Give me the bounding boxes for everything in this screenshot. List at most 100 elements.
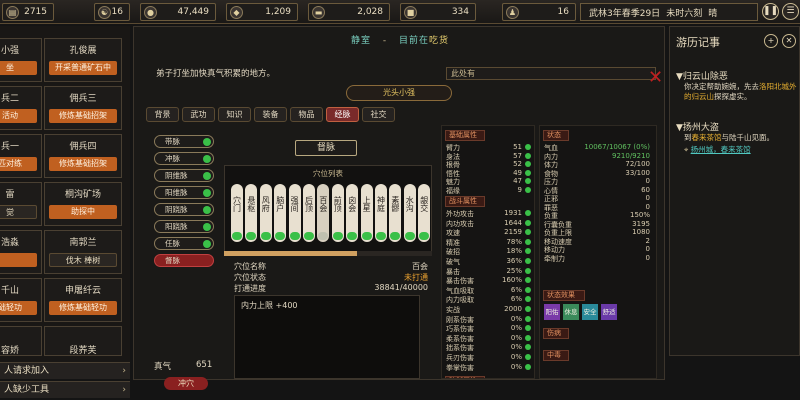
close-circle-icon[interactable]: ✕ bbox=[782, 34, 796, 48]
figure-icon: ♟ bbox=[506, 6, 519, 19]
disciple-name: 兵二 bbox=[0, 94, 19, 104]
resource-gem[interactable]: ◆ 1,209 bbox=[226, 3, 298, 21]
close-icon[interactable]: ✕ bbox=[648, 67, 668, 91]
disciple-card[interactable]: 浩淼 bbox=[0, 230, 42, 274]
acupoint-status-pill bbox=[232, 232, 242, 240]
complete-dot-icon bbox=[203, 240, 211, 248]
resource-figure[interactable]: ♟ 16 bbox=[502, 3, 576, 21]
stat-value: 2 bbox=[645, 236, 650, 245]
acupoint-status-pill bbox=[318, 232, 329, 240]
stat-value: 33/100 bbox=[625, 168, 650, 177]
resource-stone[interactable]: ■ 334 bbox=[400, 3, 476, 21]
resource-yinyang[interactable]: ☯ 16 bbox=[94, 3, 130, 21]
quest-body-text: 你决定帮助婉婉，先去 bbox=[684, 82, 759, 91]
complete-dot-icon bbox=[203, 155, 211, 163]
meridian-label: 阴维脉 bbox=[165, 171, 188, 180]
stat-value: 72/100 bbox=[625, 160, 650, 168]
disciple-card[interactable]: 南郭兰 伐木 棒树 bbox=[44, 230, 122, 274]
acupoint-3[interactable]: 脑户 bbox=[274, 184, 287, 242]
resource-scroll[interactable]: ▤ 2715 bbox=[2, 3, 54, 21]
pause-icon[interactable]: ❚❚ bbox=[762, 3, 779, 20]
disciple-card[interactable]: 佣兵四 修炼基础招架 bbox=[44, 134, 122, 178]
tab-background[interactable]: 背景 bbox=[146, 107, 179, 122]
resource-value: 47,449 bbox=[177, 7, 210, 17]
quest-map-link-text[interactable]: 扬州城，春来茶馆 bbox=[691, 145, 751, 154]
tab-social[interactable]: 社交 bbox=[362, 107, 395, 122]
tab-martial-arts[interactable]: 武功 bbox=[182, 107, 215, 122]
state-effect-badge[interactable]: 阳佑 bbox=[544, 304, 560, 320]
disciple-card[interactable]: 千山 础轻功 bbox=[0, 278, 42, 322]
meridian-button[interactable]: 带脉 bbox=[154, 135, 214, 148]
quest-map-link[interactable]: ⌖ 扬州城，春来茶馆 bbox=[684, 145, 798, 155]
missing-tools-row[interactable]: 人缺少工具 › bbox=[0, 381, 130, 398]
stat-label: 柔系伤害 bbox=[446, 334, 474, 343]
character-name[interactable]: 光头小强 bbox=[346, 85, 452, 101]
disciple-card[interactable]: 申屠纤云 修炼基础轻功 bbox=[44, 278, 122, 322]
disciple-card[interactable]: 小强 坐 bbox=[0, 38, 42, 82]
yinyang-icon: ☯ bbox=[98, 6, 111, 19]
tab-meridians[interactable]: 经脉 bbox=[326, 107, 359, 122]
meridian-button[interactable]: 阴维脉 bbox=[154, 169, 214, 182]
disciple-card[interactable]: 孔俊展 开采普通矿石中 bbox=[44, 38, 122, 82]
meridian-button[interactable]: 督脉 bbox=[154, 254, 214, 267]
acupoint-6[interactable]: 百会 bbox=[317, 184, 330, 242]
quest-marker-icon: ▼ bbox=[676, 72, 683, 82]
quest-body-text: 与陆千山见面。 bbox=[721, 133, 775, 142]
disciple-card[interactable]: 段荞芙 bbox=[44, 326, 122, 356]
disciple-card[interactable]: 兵二 活动 bbox=[0, 86, 42, 130]
acupoint-progress-bar bbox=[224, 251, 432, 256]
chevron-right-icon: › bbox=[122, 385, 126, 395]
disciple-card[interactable]: 兵一 匹对练 bbox=[0, 134, 42, 178]
acupoint-0[interactable]: 穴门 bbox=[231, 184, 243, 242]
acupoint-11[interactable]: 素髎 bbox=[389, 184, 402, 242]
acupoint-10[interactable]: 神庭 bbox=[375, 184, 387, 242]
resource-value: 334 bbox=[451, 7, 469, 17]
add-circle-icon[interactable]: + bbox=[764, 34, 778, 48]
acupoint-status-pill bbox=[275, 232, 286, 240]
acupoint-7[interactable]: 前顶 bbox=[331, 184, 344, 242]
state-effect-badge[interactable]: 安全 bbox=[582, 304, 598, 320]
acupoint-2[interactable]: 风府 bbox=[259, 184, 272, 242]
zhenqi-label: 真气 bbox=[154, 362, 172, 372]
tab-items[interactable]: 物品 bbox=[290, 107, 323, 122]
tab-equipment[interactable]: 装备 bbox=[254, 107, 287, 122]
quest-title[interactable]: ▼扬州大盗 bbox=[676, 120, 719, 133]
meridian-button[interactable]: 阳维脉 bbox=[154, 186, 214, 199]
stat-value: 160% bbox=[501, 276, 522, 285]
acupoint-1[interactable]: 悬枢 bbox=[245, 184, 258, 242]
resource-coin[interactable]: ● 47,449 bbox=[140, 3, 216, 21]
resource-ingot[interactable]: ▬ 2,028 bbox=[308, 3, 390, 21]
acupoint-12[interactable]: 水沟 bbox=[403, 184, 416, 242]
join-requests-row[interactable]: 人请求加入 › bbox=[0, 362, 130, 379]
date-display: 武林3年春季29日 未时六刻 晴 bbox=[580, 3, 758, 21]
building-panel: 静室 - 目前在吃货 弟子打坐加快真气积累的地方。 此处有 ✕ 光头小强 背景 … bbox=[133, 26, 668, 390]
disciple-card[interactable]: 容娇 bbox=[0, 326, 42, 356]
tab-knowledge[interactable]: 知识 bbox=[218, 107, 251, 122]
stat-section-title: 防御属性 bbox=[445, 376, 485, 378]
event-box[interactable]: 此处有 bbox=[446, 67, 656, 80]
acupoint-9[interactable]: 上星 bbox=[360, 184, 373, 242]
place-description: 弟子打坐加快真气积累的地方。 bbox=[156, 69, 276, 79]
acupoint-4[interactable]: 强间 bbox=[288, 184, 301, 242]
meridian-title: 督脉 bbox=[295, 140, 357, 156]
acu-info-label: 穴位状态 bbox=[234, 273, 266, 282]
quest-title[interactable]: ▼归云山除恶 bbox=[676, 69, 728, 82]
state-effect-badge[interactable]: 舒适 bbox=[601, 304, 617, 320]
complete-dot-icon bbox=[203, 223, 211, 231]
disciple-card[interactable]: 佣兵三 修炼基础招架 bbox=[44, 86, 122, 130]
disciple-card[interactable]: 雷 觉 bbox=[0, 182, 42, 226]
quest-location-link[interactable]: 春来茶馆 bbox=[692, 133, 722, 142]
disciple-card[interactable]: 桐沟矿场 助探中 bbox=[44, 182, 122, 226]
acupoint-5[interactable]: 后顶 bbox=[303, 184, 315, 242]
meridian-button[interactable]: 阳跷脉 bbox=[154, 220, 214, 233]
meridian-button[interactable]: 冲脉 bbox=[154, 152, 214, 165]
meridian-button[interactable]: 阴跷脉 bbox=[154, 203, 214, 216]
break-acupoint-button[interactable]: 冲穴 bbox=[164, 377, 208, 390]
stat-value: 0% bbox=[510, 333, 522, 342]
state-effect-badge[interactable]: 休息 bbox=[563, 304, 579, 320]
meridian-button[interactable]: 任脉 bbox=[154, 237, 214, 250]
acupoint-13[interactable]: 龈交 bbox=[418, 184, 431, 242]
acupoint-list: 穴位列表 穴门 悬枢 风府 脑户 强间 后顶 百会 前顶 囟会 上星 神庭 素髎 水沟 龈交 bbox=[224, 165, 432, 255]
menu-icon[interactable]: ☰ bbox=[782, 3, 799, 20]
acupoint-8[interactable]: 囟会 bbox=[346, 184, 359, 242]
